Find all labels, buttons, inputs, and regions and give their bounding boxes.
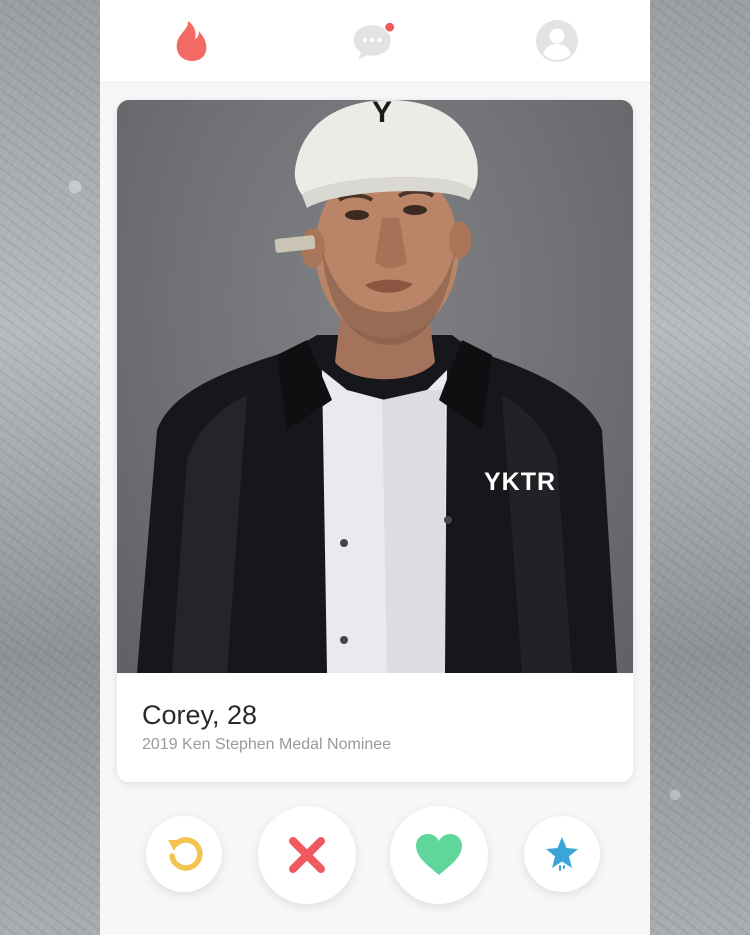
nope-icon [289, 837, 325, 873]
profile-subtitle: 2019 Ken Stephen Medal Nominee [142, 736, 392, 753]
notification-dot [383, 21, 396, 33]
like-button[interactable] [390, 806, 488, 904]
app-screen: Y YKTR Corey, 28 2019 Ken Stephen Medal … [100, 0, 650, 935]
nav-messages-button[interactable] [350, 18, 398, 64]
nav-flame-button[interactable] [167, 18, 215, 64]
profile-photo: Y YKTR [117, 100, 633, 673]
profile-info: Corey, 28 2019 Ken Stephen Medal Nominee [117, 673, 633, 782]
rewind-icon [168, 837, 203, 871]
profile-name-age: Corey, 28 [142, 700, 258, 730]
rewind-button[interactable] [146, 816, 222, 892]
top-nav [100, 0, 650, 83]
flame-icon [176, 21, 207, 61]
profile-card[interactable]: Y YKTR Corey, 28 2019 Ken Stephen Medal … [117, 100, 633, 782]
jacket-logo-text: YKTR [484, 468, 556, 496]
nav-profile-button[interactable] [533, 18, 581, 64]
nope-button[interactable] [258, 806, 356, 904]
super-like-icon [546, 837, 578, 871]
person-illustration: Y YKTR [137, 100, 617, 673]
messages-icon [353, 21, 396, 60]
profile-icon [536, 20, 578, 62]
like-icon [416, 834, 462, 875]
cap-logo: Y [372, 100, 392, 129]
super-like-button[interactable] [524, 816, 600, 892]
